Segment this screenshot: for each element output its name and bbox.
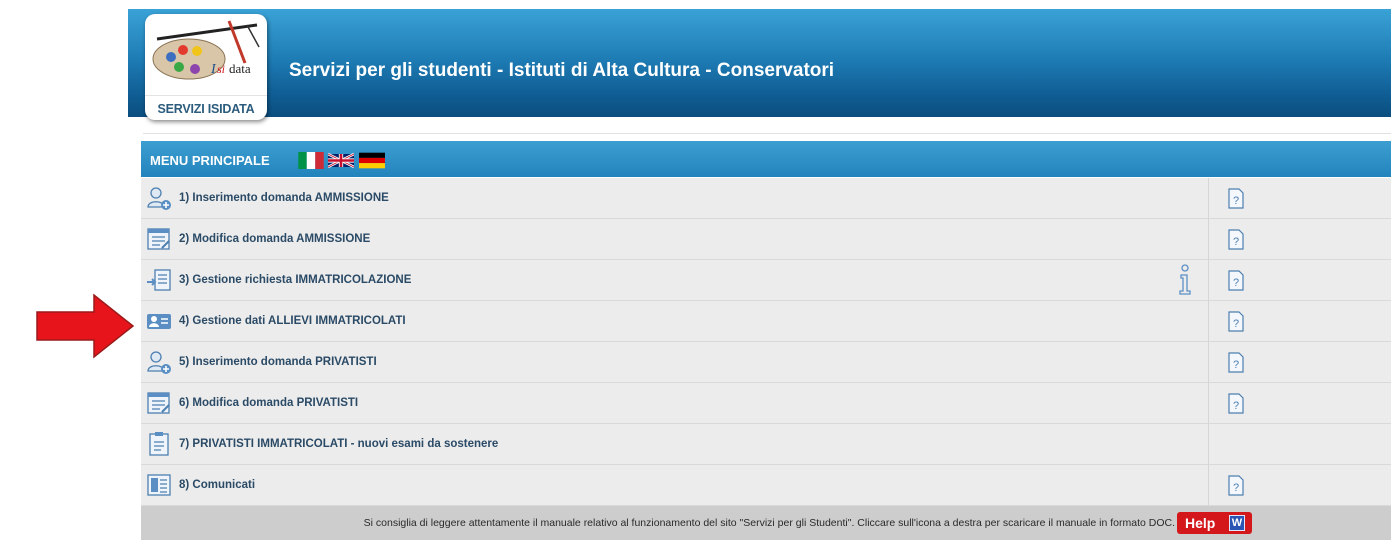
menu-item-inserimento-ammissione[interactable]: 1) Inserimento domanda AMMISSIONE ? [141,178,1391,219]
word-doc-icon: W [1229,515,1245,531]
manual-document-icon[interactable]: ? [1228,475,1244,496]
menu-item-label: 7) PRIVATISTI IMMATRICOLATI - nuovi esam… [179,438,499,450]
manual-footer: Si consiglia di leggere attentamente il … [141,506,1391,540]
menu-item-label: 6) Modifica domanda PRIVATISTI [179,397,359,409]
svg-text:si: si [217,62,225,76]
edit-document-icon [147,392,170,414]
manual-document-icon[interactable]: ? [1228,393,1244,414]
svg-text:?: ? [1233,195,1239,207]
italian-flag-icon[interactable] [298,152,324,169]
main-menu-list: 1) Inserimento domanda AMMISSIONE ? 2) M… [141,178,1391,506]
column-divider [1208,178,1209,219]
svg-text:?: ? [1233,277,1239,289]
uk-flag-icon[interactable] [328,152,354,169]
info-icon[interactable] [1177,264,1193,296]
column-divider [1208,219,1209,260]
isidata-logo[interactable]: I si data SERVIZI ISIDATA [145,14,267,120]
manual-advice-text: Si consiglia di leggere attentamente il … [363,517,1175,529]
menu-item-modifica-ammissione[interactable]: 2) Modifica domanda AMMISSIONE ? [141,219,1391,260]
student-card-icon [147,314,171,329]
red-arrow-icon [36,293,135,359]
menu-item-label: 2) Modifica domanda AMMISSIONE [179,233,371,245]
menu-item-label: 1) Inserimento domanda AMMISSIONE [179,192,389,204]
svg-text:?: ? [1233,482,1239,494]
svg-text:?: ? [1233,318,1239,330]
menu-item-allievi-immatricolati[interactable]: 4) Gestione dati ALLIEVI IMMATRICOLATI ? [141,301,1391,342]
menu-item-gestione-immatricolazione[interactable]: 3) Gestione richiesta IMMATRICOLAZIONE ? [141,260,1391,301]
logo-label: SERVIZI ISIDATA [145,95,267,116]
column-divider [1208,342,1209,383]
manual-document-icon[interactable]: ? [1228,188,1244,209]
clipboard-icon [149,432,169,456]
manual-document-icon[interactable]: ? [1228,352,1244,373]
svg-text:?: ? [1233,400,1239,412]
manual-document-icon[interactable]: ? [1228,311,1244,332]
column-divider [1208,383,1209,424]
palette-logo-icon: I si data [152,20,260,80]
menu-item-comunicati[interactable]: 8) Comunicati ? [141,465,1391,506]
menu-item-label: 8) Comunicati [179,479,256,491]
menu-item-label: 4) Gestione dati ALLIEVI IMMATRICOLATI [179,315,406,327]
svg-text:?: ? [1233,359,1239,371]
menu-item-privatisti-immatricolati[interactable]: 7) PRIVATISTI IMMATRICOLATI - nuovi esam… [141,424,1391,465]
help-label: Help [1185,515,1216,531]
manual-document-icon[interactable]: ? [1228,229,1244,250]
manual-document-icon[interactable]: ? [1228,270,1244,291]
menu-item-label: 3) Gestione richiesta IMMATRICOLAZIONE [179,274,412,286]
menu-item-modifica-privatisti[interactable]: 6) Modifica domanda PRIVATISTI ? [141,383,1391,424]
enroll-request-icon [147,269,171,291]
user-add-icon [147,351,171,374]
help-manual-button[interactable]: Help W [1177,512,1252,534]
header-divider [143,133,1391,134]
page-title: Servizi per gli studenti - Istituti di A… [289,60,835,81]
column-divider [1208,465,1209,506]
german-flag-icon[interactable] [359,152,385,169]
column-divider [1208,301,1209,342]
menu-item-label: 5) Inserimento domanda PRIVATISTI [179,356,377,368]
svg-text:?: ? [1233,236,1239,248]
edit-document-icon [147,228,170,250]
menu-title: MENU PRINCIPALE [150,153,270,168]
news-icon [147,474,171,496]
menu-item-inserimento-privatisti[interactable]: 5) Inserimento domanda PRIVATISTI ? [141,342,1391,383]
column-divider [1208,260,1209,301]
user-add-icon [147,187,171,210]
column-divider [1208,424,1209,465]
main-menu-header: MENU PRINCIPALE [141,141,1391,177]
logo-word: data [229,61,251,76]
